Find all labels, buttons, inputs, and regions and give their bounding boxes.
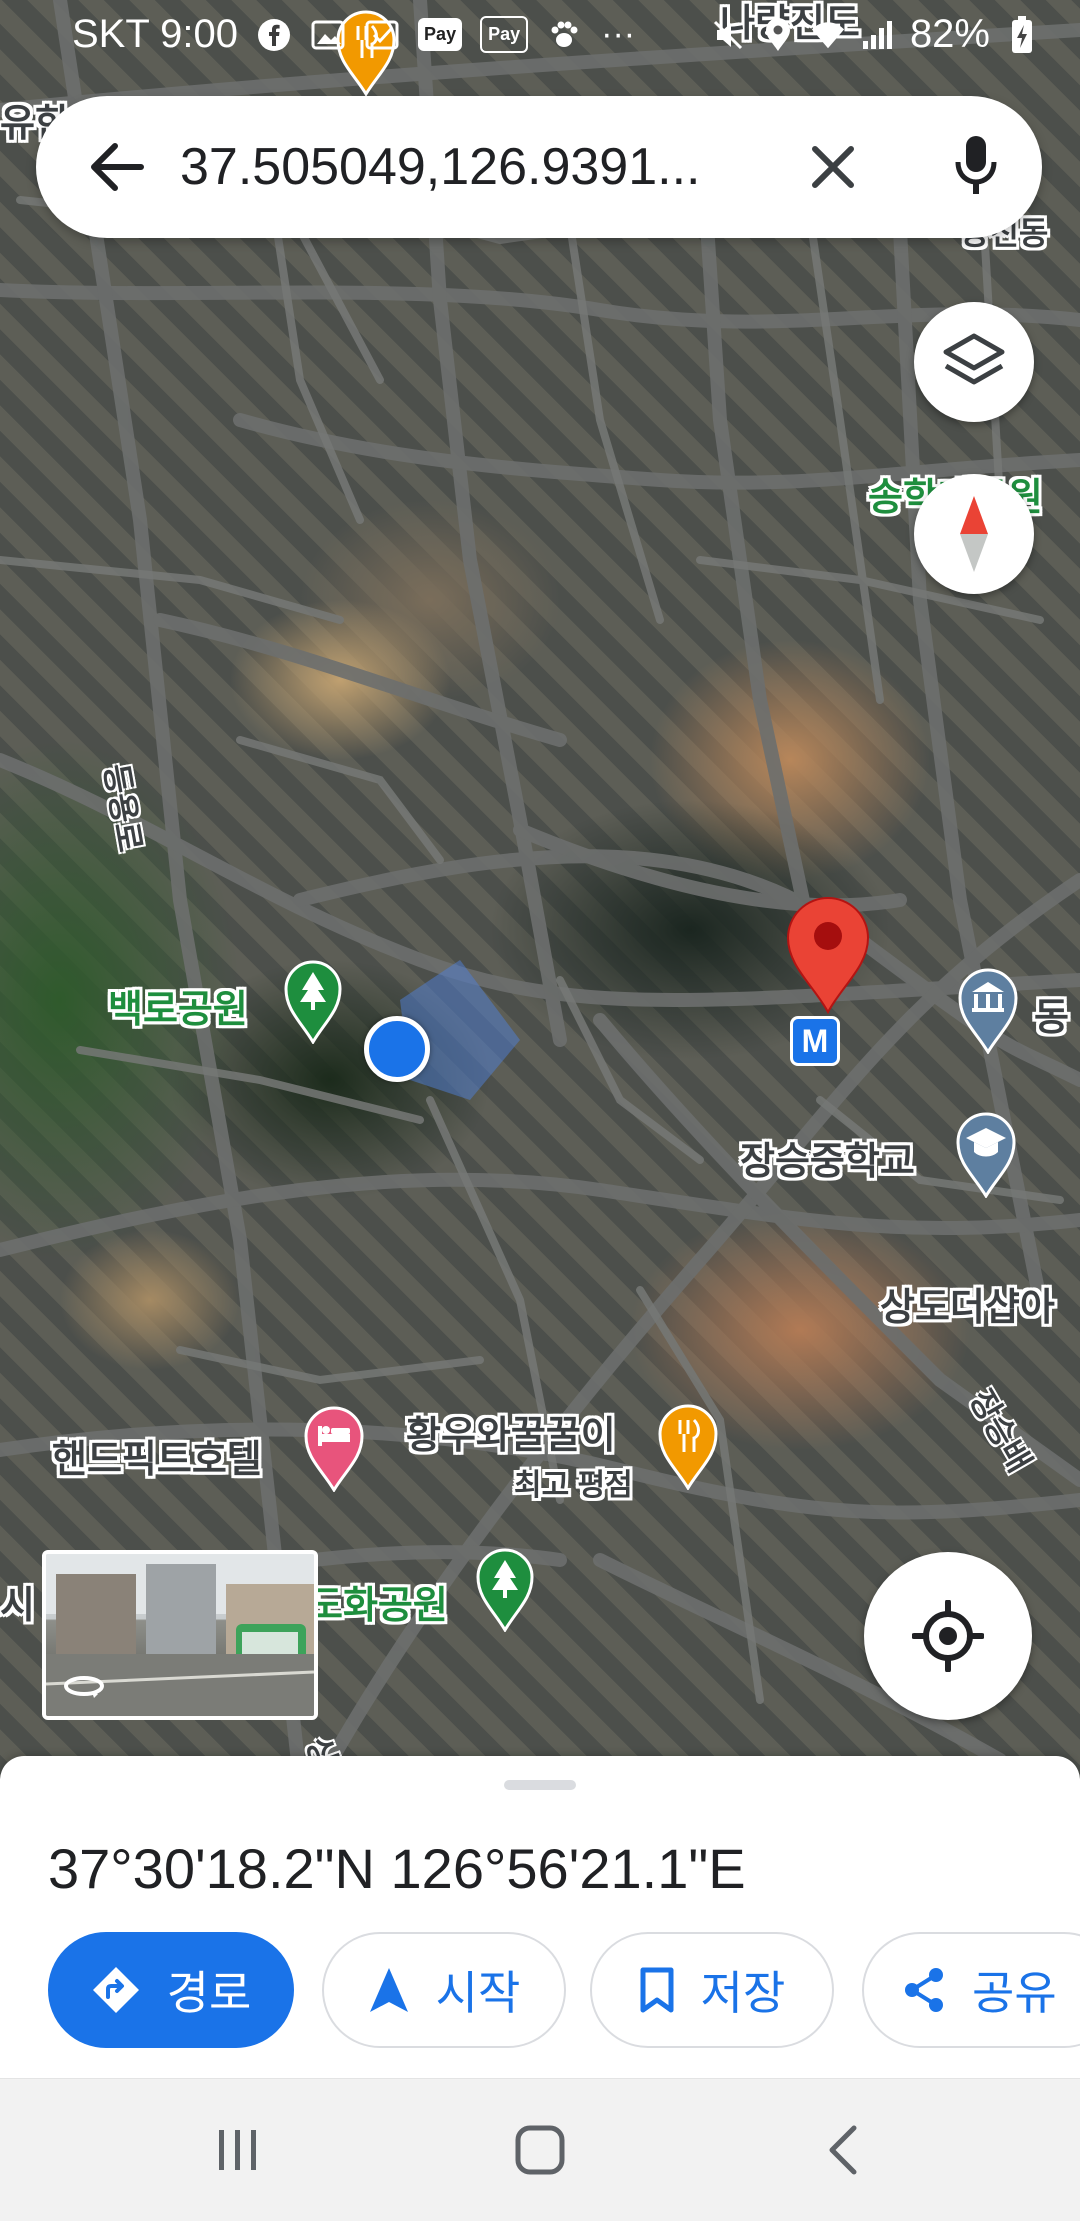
satellite-map[interactable]: 유한 나량진도 광진동 송학대공원 등용로 백로공원 동 장승중학교 상도더샵아… xyxy=(0,0,1080,1780)
pay-badge-icon: Pay xyxy=(418,18,463,51)
facebook-icon xyxy=(256,17,292,53)
place-bottom-sheet[interactable]: 37°30'18.2"N 126°56'21.1"E 경로 시작 저장 공유 xyxy=(0,1756,1080,2078)
more-dots-icon: ··· xyxy=(601,15,636,53)
share-button[interactable]: 공유 xyxy=(862,1932,1080,2048)
dropped-pin[interactable] xyxy=(786,896,870,1019)
save-button[interactable]: 저장 xyxy=(590,1932,834,2048)
map-label-handpicked-hotel[interactable]: 핸드픽트호텔 xyxy=(52,1428,262,1483)
layers-icon xyxy=(943,333,1005,385)
map-label-east-partial[interactable]: 동 xyxy=(1034,986,1069,1041)
start-navigation-button[interactable]: 시작 xyxy=(322,1932,566,2048)
map-label-dohwa-park[interactable]: 도화공원 xyxy=(308,1574,448,1629)
arrow-left-icon xyxy=(91,143,144,191)
map-layers-button[interactable] xyxy=(914,302,1034,422)
recents-icon xyxy=(219,2130,256,2170)
back-button[interactable] xyxy=(82,132,152,202)
location-icon xyxy=(760,17,796,53)
recent-apps-button[interactable] xyxy=(188,2105,288,2195)
map-label-jangseung-middle-school[interactable]: 장승중학교 xyxy=(740,1130,915,1185)
image-icon xyxy=(310,17,346,53)
save-label: 저장 xyxy=(700,1967,786,2019)
road-network xyxy=(0,0,1080,1780)
status-left: SKT 9:00 Pay Pay ··· xyxy=(72,12,636,57)
museum-pin[interactable] xyxy=(958,968,1018,1059)
home-icon xyxy=(515,2125,565,2175)
share-label: 공유 xyxy=(972,1967,1057,2019)
360-view-icon xyxy=(62,1672,106,1705)
start-label: 시작 xyxy=(435,1967,521,2019)
map-label-left-partial: 시 xyxy=(0,1585,35,1627)
share-icon xyxy=(905,1968,943,2012)
map-label-top-rated: 최고 평점 xyxy=(514,1469,633,1502)
search-input[interactable]: 37.505049,126.9391... xyxy=(180,132,760,202)
restaurant-pin[interactable] xyxy=(658,1404,718,1495)
metro-station-icon[interactable]: M xyxy=(790,1016,840,1066)
paw-icon xyxy=(546,17,582,53)
park-pin-dohwa[interactable] xyxy=(476,1548,534,1637)
signal-icon xyxy=(860,17,896,53)
directions-button[interactable]: 경로 xyxy=(48,1932,294,2048)
hotel-pin[interactable] xyxy=(304,1406,364,1497)
home-button[interactable] xyxy=(490,2105,590,2195)
park-pin-baekro[interactable] xyxy=(284,960,342,1049)
close-icon xyxy=(812,146,854,188)
system-back-button[interactable] xyxy=(794,2105,894,2195)
chevron-left-icon xyxy=(829,2125,857,2175)
compass-icon xyxy=(960,496,988,572)
wifi-icon xyxy=(810,17,846,53)
drag-handle[interactable] xyxy=(504,1780,576,1790)
navigation-arrow-icon xyxy=(369,1968,408,2012)
battery-charging-icon xyxy=(1004,15,1040,53)
directions-label: 경로 xyxy=(166,1967,252,2019)
directions-icon xyxy=(92,1967,139,2013)
coordinates-title: 37°30'18.2"N 126°56'21.1"E xyxy=(48,1837,746,1900)
search-bar[interactable]: 37.505049,126.9391... xyxy=(36,96,1042,238)
current-location-dot xyxy=(364,1016,430,1082)
street-view-thumbnail[interactable] xyxy=(42,1550,318,1720)
status-right: 82% xyxy=(710,12,1040,57)
system-navigation-bar xyxy=(0,2078,1080,2221)
microphone-icon xyxy=(955,136,997,194)
battery-percent: 82% xyxy=(909,12,990,56)
image-check-icon xyxy=(364,17,400,53)
bookmark-icon xyxy=(640,1967,674,2013)
carrier-time: SKT 9:00 xyxy=(72,12,239,56)
pay-badge-icon: Pay xyxy=(480,16,529,53)
clear-search-button[interactable] xyxy=(798,132,868,202)
map-label-sangdo-the-sharp[interactable]: 상도더샵아 xyxy=(880,1276,1055,1331)
status-bar: SKT 9:00 Pay Pay ··· 82% xyxy=(0,0,1080,72)
school-pin[interactable] xyxy=(956,1112,1016,1203)
map-label-restaurant[interactable]: 황우와꿀꿀이 xyxy=(406,1404,616,1459)
voice-search-button[interactable] xyxy=(936,126,1016,206)
crosshair-icon xyxy=(912,1600,984,1672)
my-location-button[interactable] xyxy=(864,1552,1032,1720)
compass-button[interactable] xyxy=(914,474,1034,594)
map-label-baekro-park[interactable]: 백로공원 xyxy=(108,978,248,1033)
mute-icon xyxy=(710,17,746,53)
